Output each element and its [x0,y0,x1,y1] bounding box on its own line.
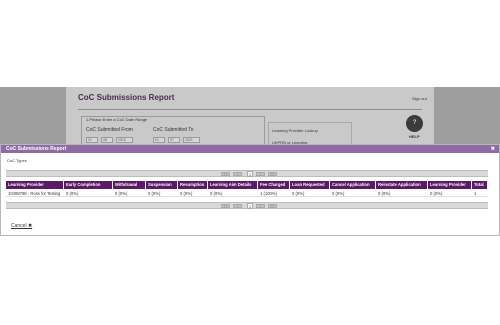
column-header[interactable]: Cancel Application [330,181,376,189]
from-month-input[interactable]: 08 [101,137,113,143]
help-icon: ? [412,120,417,126]
column-header[interactable]: Early Completion [64,181,113,189]
table-cell: 0 (0%) [66,191,79,196]
table-cell: 1 (100%) [260,191,277,196]
help-button[interactable]: ? [406,115,423,132]
top-pager: << < 1 > >> [6,170,488,177]
table-cell: 1 [474,191,477,196]
table-cell: 0 (0%) [292,191,305,196]
prev-page-button[interactable]: < [233,204,242,208]
table-cell: 0 (0%) [210,191,223,196]
coc-types-label: CoC Types [7,158,27,163]
column-header[interactable]: Fee Charged [258,181,290,189]
from-day-input[interactable]: 01 [86,137,98,143]
column-header[interactable]: Learning Aim Details [208,181,258,189]
next-page-button[interactable]: > [256,172,265,176]
submitted-from-label: CoC Submitted From [86,127,133,133]
table-cell: 0 (0%) [180,191,193,196]
table-cell: 0 (0%) [115,191,128,196]
modal-header: CoC Submissions Report ✖ [1,145,499,153]
to-month-input[interactable]: 07 [168,137,180,143]
first-page-button[interactable]: << [221,172,230,176]
sign-out-link[interactable]: Sign out [412,96,427,101]
column-header[interactable]: Suspension [146,181,178,189]
current-page[interactable]: 1 [247,203,253,209]
column-header[interactable]: Learning Provider [428,181,472,189]
column-header[interactable]: Withdrawal [113,181,146,189]
prev-page-button[interactable]: < [233,172,242,176]
current-page[interactable]: 1 [247,171,253,177]
last-page-button[interactable]: >> [268,172,277,176]
next-page-button[interactable]: > [256,204,265,208]
column-header[interactable]: Learning Provider [6,181,64,189]
table-cell: 10498798 - Ross for Testing [8,191,61,196]
cancel-link[interactable]: Cancel ✖ [11,223,32,229]
column-header[interactable]: Loan Requested [290,181,330,189]
provider-lookup-label: Learning Provider Lookup [272,128,318,133]
table-cell: 0 (0%) [332,191,345,196]
page-title: CoC Submissions Report [78,93,175,102]
to-day-input[interactable]: 01 [153,137,165,143]
title-divider [78,109,422,110]
table-cell: 0 (0%) [148,191,161,196]
column-header[interactable]: Resumption [178,181,208,189]
table-cell: 0 (0%) [378,191,391,196]
submitted-to-label: CoC Submitted To [153,127,194,133]
help-label: HELP [409,134,420,139]
to-year-input[interactable]: 2021 [183,137,200,143]
first-page-button[interactable]: << [221,204,230,208]
date-range-legend: 1.Please Enter a CoC Date Range [86,117,148,122]
modal-title: CoC Submissions Report [6,146,67,152]
close-icon[interactable]: ✖ [491,145,495,153]
column-header[interactable]: Total [472,181,488,189]
bottom-pager: << < 1 > >> [6,202,488,209]
last-page-button[interactable]: >> [268,204,277,208]
column-header[interactable]: Reinstate Application [376,181,428,189]
from-year-input[interactable]: 2015 [116,137,133,143]
table-cell: 0 (0%) [430,191,443,196]
